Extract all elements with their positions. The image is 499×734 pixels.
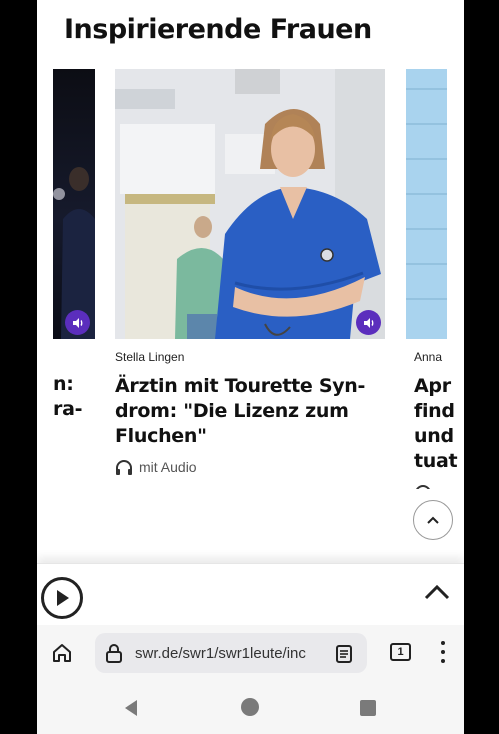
title-line: find [414,400,455,422]
headphones-icon [416,485,430,489]
title-line: Apr [414,375,451,397]
audio-badge-main[interactable] [356,310,381,335]
article-title-main[interactable]: Ärztin mit Tourette Syn- drom: "Die Lize… [115,374,385,449]
article-title-left[interactable]: n: ra- [53,372,95,422]
chevron-up-icon [427,516,439,524]
reader-mode-icon[interactable] [335,644,353,664]
nav-home-icon[interactable] [241,698,259,716]
expand-player-button[interactable] [424,584,450,605]
app-screen: Inspirierende Frauen n: ra- Stella Linge… [37,0,464,734]
title-line: Fluchen" [115,425,207,447]
browser-home-button[interactable] [51,642,73,669]
title-line: n: [53,373,74,395]
article-image-right[interactable] [406,69,447,339]
recent-apps-icon[interactable] [360,700,376,716]
audio-label-right: m [438,484,450,489]
article-meta: mit Audio [115,459,385,475]
url-text[interactable]: swr.de/swr1/swr1leute/inc [135,645,310,662]
play-button[interactable] [41,577,83,619]
article-card-main[interactable]: Stella Lingen Ärztin mit Tourette Syn- d… [115,69,385,475]
article-author: Stella Lingen [115,350,185,364]
scroll-to-top-button[interactable] [413,500,453,540]
article-card-left[interactable]: n: ra- [37,69,95,422]
back-icon[interactable] [123,699,139,717]
address-bar[interactable]: swr.de/swr1/swr1leute/inc [95,633,367,673]
section-title: Inspirierende Frauen [64,14,372,45]
title-line: tuat [414,450,458,472]
title-line: ra- [53,398,83,420]
article-image-main[interactable] [115,69,385,339]
more-vert-icon[interactable] [439,641,447,665]
title-line: Ärztin mit Tourette Syn- [115,375,366,397]
browser-toolbar: swr.de/swr1/swr1leute/inc 1 [37,625,464,681]
article-card-right[interactable]: Anna Apr find und tuat m [406,69,464,489]
article-meta-right: m [414,484,464,489]
title-line: drom: "Die Lizenz zum [115,400,349,422]
article-carousel[interactable]: n: ra- Stella Lingen Ärztin mit Tourette… [37,69,464,489]
headphones-icon [116,460,132,475]
speaker-icon [72,317,82,328]
tab-switcher-button[interactable]: 1 [390,643,411,661]
android-nav-bar [37,681,464,734]
chevron-up-icon [424,584,450,600]
article-image-left[interactable] [53,69,95,339]
audio-player-bar [37,563,464,625]
play-icon [57,590,69,606]
audio-badge-left[interactable] [65,310,90,335]
title-line: und [414,425,454,447]
lock-icon[interactable] [105,643,123,663]
home-icon [53,644,71,662]
audio-label: mit Audio [139,459,197,475]
article-author-right: Anna [414,350,443,364]
speaker-icon [363,317,373,328]
article-title-right[interactable]: Apr find und tuat [414,374,464,474]
